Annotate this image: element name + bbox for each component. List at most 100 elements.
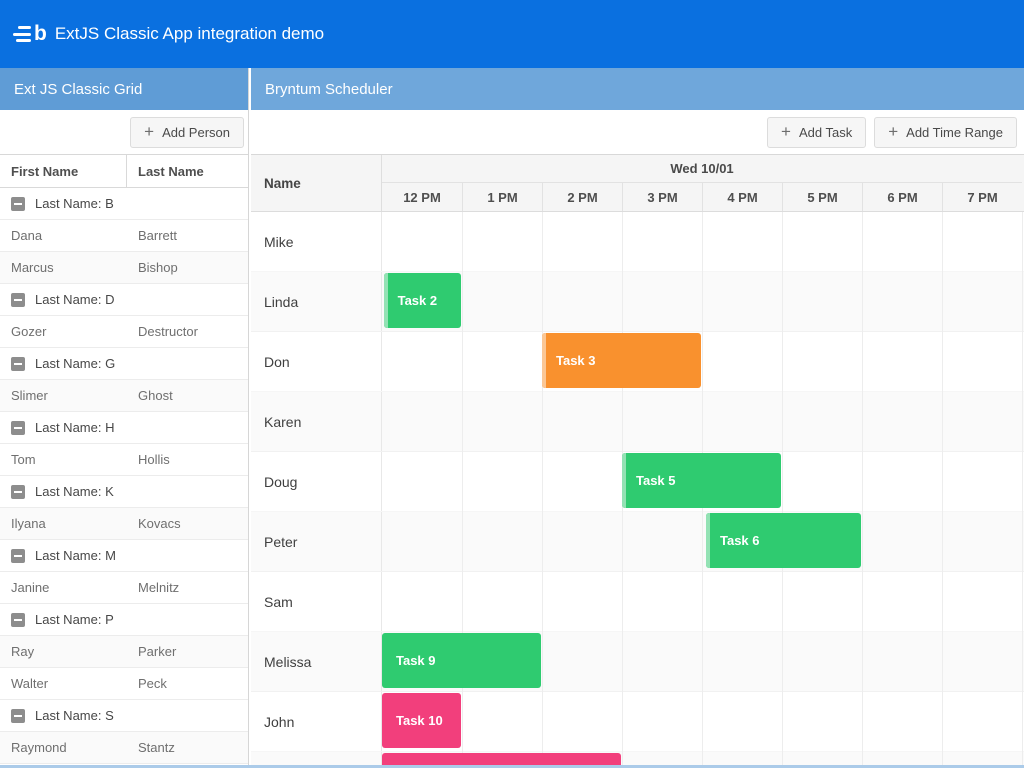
- event-left-stripe: [622, 453, 626, 508]
- group-row[interactable]: Last Name: H: [0, 412, 248, 444]
- task-event-bar[interactable]: Task 2: [384, 273, 461, 328]
- group-label: Last Name: G: [35, 356, 115, 371]
- plus-icon: +: [781, 123, 791, 140]
- first-name-cell: Gozer: [0, 324, 127, 339]
- grid-toolbar: + Add Person: [0, 110, 248, 155]
- event-label: Task 10: [396, 713, 443, 728]
- hour-header-cell: 4 PM: [702, 183, 782, 211]
- collapse-minus-icon[interactable]: [11, 613, 25, 627]
- table-row[interactable]: JanineMelnitz: [0, 572, 248, 604]
- table-row[interactable]: IlyanaKovacs: [0, 508, 248, 540]
- logo-lines: [13, 25, 31, 44]
- add-person-button[interactable]: + Add Person: [130, 117, 244, 148]
- table-row[interactable]: WalterPeck: [0, 668, 248, 700]
- scheduler-row[interactable]: Karen: [251, 392, 1024, 452]
- hour-header-cell: 7 PM: [942, 183, 1022, 211]
- group-label: Last Name: S: [35, 708, 114, 723]
- last-name-cell: Hollis: [127, 452, 248, 467]
- collapse-minus-icon[interactable]: [11, 293, 25, 307]
- collapse-minus-icon[interactable]: [11, 709, 25, 723]
- event-label: Task 5: [636, 473, 676, 488]
- hour-header-cell: 1 PM: [462, 183, 542, 211]
- collapse-minus-icon[interactable]: [11, 549, 25, 563]
- scheduler-row[interactable]: Mike: [251, 212, 1024, 272]
- app-header: b ExtJS Classic App integration demo: [0, 0, 1024, 68]
- collapse-minus-icon[interactable]: [11, 421, 25, 435]
- column-header-first-name[interactable]: First Name: [0, 155, 127, 187]
- hour-header-cell: 2 PM: [542, 183, 622, 211]
- last-name-cell: Peck: [127, 676, 248, 691]
- table-row[interactable]: RaymondStantz: [0, 732, 248, 764]
- event-left-stripe: [542, 333, 546, 388]
- name-column-header[interactable]: Name: [251, 155, 382, 211]
- group-row[interactable]: Last Name: B: [0, 188, 248, 220]
- grid-column-headers: First Name Last Name: [0, 155, 248, 188]
- scheduler-row[interactable]: Linda: [251, 272, 1024, 332]
- table-row[interactable]: SlimerGhost: [0, 380, 248, 412]
- table-row[interactable]: TomHollis: [0, 444, 248, 476]
- resource-name-cell: [251, 752, 382, 765]
- group-row[interactable]: Last Name: M: [0, 540, 248, 572]
- add-task-button[interactable]: + Add Task: [767, 117, 866, 148]
- add-person-label: Add Person: [162, 125, 230, 140]
- event-left-stripe: [384, 273, 388, 328]
- hour-gridline: [942, 212, 943, 765]
- hour-header-cell: 12 PM: [382, 183, 462, 211]
- last-name-cell: Parker: [127, 644, 248, 659]
- last-name-cell: Kovacs: [127, 516, 248, 531]
- event-label: Task 2: [398, 293, 438, 308]
- collapse-minus-icon[interactable]: [11, 357, 25, 371]
- scheduler-row[interactable]: [251, 752, 1024, 765]
- app-title: ExtJS Classic App integration demo: [55, 24, 324, 44]
- column-header-last-name[interactable]: Last Name: [127, 155, 248, 187]
- last-name-cell: Melnitz: [127, 580, 248, 595]
- table-row[interactable]: DanaBarrett: [0, 220, 248, 252]
- logo-letter: b: [34, 22, 47, 46]
- table-row[interactable]: MarcusBishop: [0, 252, 248, 284]
- table-row[interactable]: GozerDestructor: [0, 316, 248, 348]
- scheduler-panel-title: Bryntum Scheduler: [265, 81, 393, 98]
- task-event-bar[interactable]: Task 9: [382, 633, 541, 688]
- add-task-label: Add Task: [799, 125, 852, 140]
- app-window: b ExtJS Classic App integration demo Ext…: [0, 0, 1024, 768]
- task-event-bar[interactable]: Task 5: [622, 453, 781, 508]
- first-name-cell: Slimer: [0, 388, 127, 403]
- scheduler-row[interactable]: Peter: [251, 512, 1024, 572]
- resource-name-cell: Doug: [251, 452, 382, 511]
- scheduler-row[interactable]: Melissa: [251, 632, 1024, 692]
- scheduler-header: Name Wed 10/01 12 PM1 PM2 PM3 PM4 PM5 PM…: [251, 155, 1024, 212]
- task-event-bar[interactable]: Task 6: [706, 513, 861, 568]
- hour-gridline: [1022, 212, 1023, 765]
- add-time-range-button[interactable]: + Add Time Range: [874, 117, 1017, 148]
- group-row[interactable]: Last Name: S: [0, 700, 248, 732]
- group-label: Last Name: B: [35, 196, 114, 211]
- resource-name-cell: Linda: [251, 272, 382, 331]
- table-row[interactable]: RayParker: [0, 636, 248, 668]
- collapse-minus-icon[interactable]: [11, 485, 25, 499]
- collapse-minus-icon[interactable]: [11, 197, 25, 211]
- scheduler-row[interactable]: John: [251, 692, 1024, 752]
- group-row[interactable]: Last Name: D: [0, 284, 248, 316]
- last-name-cell: Ghost: [127, 388, 248, 403]
- task-event-bar[interactable]: Task 10: [382, 693, 461, 748]
- group-row[interactable]: Last Name: G: [0, 348, 248, 380]
- resource-name-cell: Mike: [251, 212, 382, 271]
- event-label: Task 6: [720, 533, 760, 548]
- task-event-bar[interactable]: Task 3: [542, 333, 701, 388]
- group-row[interactable]: Last Name: K: [0, 476, 248, 508]
- hour-header-cell: 3 PM: [622, 183, 702, 211]
- group-row[interactable]: Last Name: P: [0, 604, 248, 636]
- scheduler-panel-header: Bryntum Scheduler: [251, 68, 1024, 110]
- bryntum-logo-icon: b: [13, 22, 47, 46]
- plus-icon: +: [888, 123, 898, 140]
- task-event-bar[interactable]: [382, 753, 621, 765]
- grid-rows: Last Name: BDanaBarrettMarcusBishopLast …: [0, 188, 248, 765]
- resource-name-cell: Melissa: [251, 632, 382, 691]
- grid-panel-title: Ext JS Classic Grid: [14, 81, 142, 98]
- day-header: Wed 10/01: [382, 155, 1022, 183]
- last-name-cell: Destructor: [127, 324, 248, 339]
- last-name-cell: Barrett: [127, 228, 248, 243]
- hour-gridline: [862, 212, 863, 765]
- group-label: Last Name: H: [35, 420, 114, 435]
- scheduler-row[interactable]: Sam: [251, 572, 1024, 632]
